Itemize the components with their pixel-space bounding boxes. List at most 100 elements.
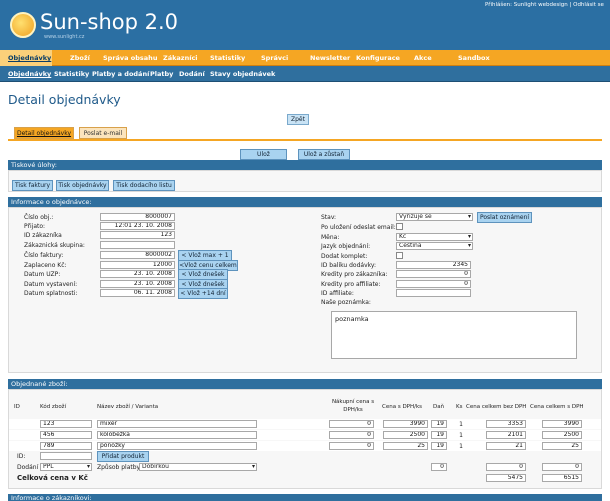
- nav-objednavky[interactable]: Objednávky: [8, 54, 51, 62]
- customer-id-field[interactable]: 123: [100, 231, 175, 239]
- subnav-stavy[interactable]: Stavy objednávek: [210, 70, 275, 78]
- delivery-select[interactable]: PPL: [40, 463, 92, 471]
- row-purchase[interactable]: 0: [329, 420, 374, 428]
- login-bar: Přihlášen: Sunlight webdesign | Odhlásit…: [485, 2, 604, 8]
- logo-text: Sun-shop 2.0: [40, 10, 179, 34]
- row-tax[interactable]: 19: [431, 431, 447, 439]
- col-code: Kód zboží: [40, 404, 67, 410]
- new-product-id-field[interactable]: [40, 452, 92, 460]
- col-name: Název zboží / Varianta: [97, 404, 159, 410]
- row-code[interactable]: 789: [40, 442, 92, 450]
- label-order-number: Číslo obj.:: [24, 214, 54, 221]
- add-product-button[interactable]: Přidat produkt: [97, 451, 149, 462]
- label-paid: Zaplaceno Kč:: [24, 262, 67, 269]
- row-name[interactable]: koloběžka: [97, 431, 257, 439]
- nav-sprava-obsahu[interactable]: Správa obsahu: [103, 54, 157, 62]
- page-title: Detail objednávky: [8, 92, 121, 107]
- row-price[interactable]: 25: [383, 442, 428, 450]
- logged-in-text: Přihlášen: Sunlight webdesign: [485, 2, 568, 8]
- nav-newsletter[interactable]: Newsletter: [310, 54, 350, 62]
- row-name[interactable]: mixér: [97, 420, 257, 428]
- deliver-complete-checkbox[interactable]: [396, 252, 403, 259]
- label-customer-id: ID zákazníka: [24, 232, 62, 239]
- tab-email[interactable]: Poslat e-mail: [79, 127, 127, 139]
- nav-zakaznici[interactable]: Zákazníci: [163, 54, 198, 62]
- affiliate-id-field[interactable]: [396, 289, 471, 297]
- insert-14-days-button[interactable]: < Vlož +14 dní: [178, 288, 228, 299]
- row-total-no-vat[interactable]: 2101: [486, 431, 526, 439]
- nav-konfigurace[interactable]: Konfigurace: [356, 54, 400, 62]
- status-select[interactable]: Vyřizuje se: [396, 213, 473, 221]
- subnav-dodani[interactable]: Dodání: [179, 70, 205, 78]
- label-date-uzp: Datum UZP:: [24, 271, 61, 278]
- order-number-field[interactable]: 8000007: [100, 213, 175, 221]
- row-tax[interactable]: 19: [431, 420, 447, 428]
- row-total-vat[interactable]: 25: [542, 442, 582, 450]
- note-textarea[interactable]: poznamka: [331, 311, 577, 359]
- col-total-no-vat: Cena celkem bez DPH: [466, 404, 527, 410]
- language-select[interactable]: Čeština: [396, 242, 473, 250]
- row-purchase[interactable]: 0: [329, 431, 374, 439]
- received-field[interactable]: 12:01 23. 10. 2008: [100, 222, 175, 230]
- nav-akce[interactable]: Akce: [414, 54, 432, 62]
- row-code[interactable]: 123: [40, 420, 92, 428]
- print-order-button[interactable]: Tisk objednávky: [56, 180, 109, 191]
- date-uzp-field[interactable]: 23. 10. 2008: [100, 270, 175, 278]
- send-email-checkbox[interactable]: [396, 223, 403, 230]
- label-customer-group: Zákaznická skupina:: [24, 242, 85, 249]
- row-tax[interactable]: 19: [431, 442, 447, 450]
- label-affiliate-id: ID affiliate:: [321, 290, 354, 297]
- row-total-vat[interactable]: 3990: [542, 420, 582, 428]
- package-id-field[interactable]: 2345: [396, 261, 471, 269]
- date-issued-field[interactable]: 23. 10. 2008: [100, 280, 175, 288]
- payment-select[interactable]: Dobírkou: [139, 463, 257, 471]
- back-button[interactable]: Zpět: [287, 114, 309, 125]
- total-vat-field[interactable]: 6515: [542, 474, 582, 482]
- logout-link[interactable]: Odhlásit se: [573, 2, 604, 8]
- subnav-platby-dodani[interactable]: Platby a dodání: [92, 70, 149, 78]
- subnav-platby[interactable]: Platby: [150, 70, 173, 78]
- paid-field[interactable]: 12000: [100, 261, 175, 269]
- col-price: Cena s DPH/ks: [382, 404, 423, 410]
- row-total-vat[interactable]: 2500: [542, 431, 582, 439]
- print-invoice-button[interactable]: Tisk faktury: [12, 180, 53, 191]
- nav-sandbox[interactable]: Sandbox: [458, 54, 490, 62]
- row-price[interactable]: 3990: [383, 420, 428, 428]
- col-purchase: Nákupní cena s DPH/ks: [331, 399, 375, 413]
- delivery-total-no-vat-field[interactable]: 0: [486, 463, 526, 471]
- row-total-no-vat[interactable]: 3353: [486, 420, 526, 428]
- save-button[interactable]: Ulož: [240, 149, 287, 160]
- save-stay-button[interactable]: Ulož a zůstaň: [298, 149, 350, 160]
- nav-spravci[interactable]: Správci: [261, 54, 288, 62]
- customer-credits-field[interactable]: 0: [396, 270, 471, 278]
- row-qty: 1: [459, 443, 463, 450]
- goods-section-header: Objednané zboží:: [8, 379, 602, 389]
- label-customer-credits: Kredity pro zákazníka:: [321, 271, 388, 278]
- row-qty: 1: [459, 432, 463, 439]
- subnav-statistiky[interactable]: Statistiky: [54, 70, 89, 78]
- row-price[interactable]: 2500: [383, 431, 428, 439]
- send-notice-button[interactable]: Poslat oznámení: [477, 212, 532, 223]
- row-code[interactable]: 456: [40, 431, 92, 439]
- date-due-field[interactable]: 06. 11. 2008: [100, 289, 175, 297]
- row-total-no-vat[interactable]: 21: [486, 442, 526, 450]
- row-name[interactable]: ponožky: [97, 442, 257, 450]
- print-delivery-note-button[interactable]: Tisk dodacího listu: [113, 180, 175, 191]
- currency-select[interactable]: Kč: [396, 233, 473, 241]
- total-no-vat-field[interactable]: 5475: [486, 474, 526, 482]
- nav-statistiky[interactable]: Statistiky: [210, 54, 245, 62]
- delivery-tax-field[interactable]: 0: [431, 463, 447, 471]
- label-send-email: Po uložení odeslat email:: [321, 224, 396, 231]
- label-payment: Způsob platby: [97, 464, 141, 471]
- label-affiliate-credits: Kredity pro affiliate:: [321, 281, 381, 288]
- nav-zbozi[interactable]: Zboží: [70, 54, 90, 62]
- subnav-objednavky[interactable]: Objednávky: [8, 70, 51, 78]
- label-package-id: ID balíku dodávky:: [321, 262, 377, 269]
- row-purchase[interactable]: 0: [329, 442, 374, 450]
- delivery-total-vat-field[interactable]: 0: [542, 463, 582, 471]
- invoice-number-field[interactable]: 8000002: [100, 251, 175, 259]
- affiliate-credits-field[interactable]: 0: [396, 280, 471, 288]
- tab-detail[interactable]: Detail objednávky: [14, 127, 74, 139]
- label-delivery: Dodání: [17, 464, 39, 471]
- customer-group-field[interactable]: [100, 241, 175, 249]
